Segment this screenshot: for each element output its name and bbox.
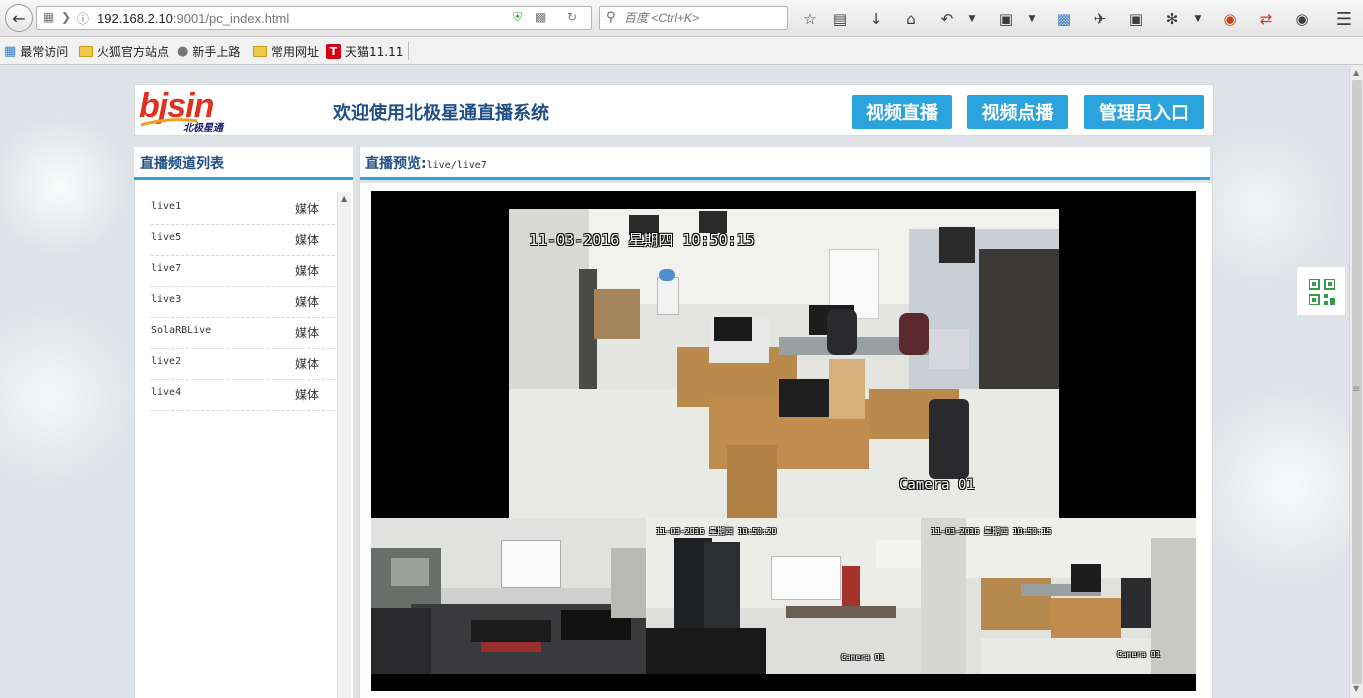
qr-code-icon[interactable]: ▩ (535, 10, 546, 24)
thumb3-timestamp: 11-03-2016 星期四 10:50:15 (931, 527, 1052, 536)
font-size-icon[interactable]: ▣ (1126, 9, 1146, 29)
train-icon[interactable]: ✈ (1090, 9, 1110, 29)
channel-item-live3[interactable]: live3 媒体 (151, 287, 335, 318)
reading-list-icon[interactable]: ▤ (830, 9, 850, 29)
channel-list: live1 媒体 live5 媒体 live7 媒体 live3 媒体 Sola… (151, 194, 335, 411)
undo-icon[interactable]: ↶ (937, 9, 957, 29)
camera-main-view: 11-03-2016 星期四 10:50:15 Camera 01 (509, 209, 1059, 518)
url-bar[interactable]: ▦ ❯ ⓘ 192.168.2.10:9001/pc_index.html ⛨ … (36, 6, 592, 30)
translate-icon[interactable]: ▩ (1054, 9, 1074, 29)
channel-item-live4[interactable]: live4 媒体 (151, 380, 335, 411)
camera-thumbnail-1[interactable] (371, 518, 646, 674)
camera-thumbnail-3[interactable]: 11-03-2016 星期四 10:50:15 Camera 01 (921, 518, 1196, 674)
tab-grid-icon[interactable]: ▦ (43, 10, 54, 24)
channel-item-live1[interactable]: live1 媒体 (151, 194, 335, 225)
bookmark-most-visited[interactable]: ▦ 最常访问 (4, 43, 68, 59)
dropdown-arrow-icon[interactable]: ▼ (962, 9, 982, 29)
thumb2-timestamp: 11-03-2016 星期四 10:50:20 (656, 527, 777, 536)
mouse-gesture-icon[interactable]: ✻ (1162, 9, 1182, 29)
bookmarks-icon: ▦ (4, 43, 17, 59)
channel-list-panel: live1 媒体 live5 媒体 live7 媒体 live3 媒体 Sola… (134, 180, 353, 698)
scroll-up-arrow-icon[interactable]: ▲ (341, 194, 347, 203)
search-icon: ⚲ (606, 10, 616, 25)
admin-entry-button[interactable]: 管理员入口 (1084, 95, 1204, 129)
qr-float-button[interactable] (1296, 266, 1346, 316)
channel-item-live5[interactable]: live5 媒体 (151, 225, 335, 256)
thumb2-camera-label: Camera 01 (841, 653, 885, 662)
back-button[interactable]: ← (5, 4, 33, 32)
video-player[interactable]: 11-03-2016 星期四 10:50:15 Camera 01 11-03-… (371, 191, 1196, 691)
bookmark-star-icon[interactable]: ☆ (800, 9, 820, 29)
forward-chevron-icon[interactable]: ❯ (61, 10, 71, 24)
channel-item-live2[interactable]: live2 媒体 (151, 349, 335, 380)
crop-icon[interactable]: ▣ (996, 9, 1016, 29)
url-text[interactable]: 192.168.2.10:9001/pc_index.html (97, 11, 289, 26)
shield-icon[interactable]: ⛨ (513, 10, 522, 25)
bookmarks-bar: ▦ 最常访问 火狐官方站点 ● 新手上路 常用网址 T 天猫11.11 (0, 37, 1363, 65)
addon-icon[interactable]: ◉ (1220, 9, 1240, 29)
dropdown-arrow-icon[interactable]: ▼ (1188, 9, 1208, 29)
scroll-up-arrow-icon[interactable]: ▲ (1353, 68, 1359, 77)
main-timestamp: 11-03-2016 星期四 10:50:15 (529, 231, 755, 249)
camera-thumbnail-2[interactable]: 11-03-2016 星期四 10:50:20 (646, 518, 921, 674)
bookmark-tmall[interactable]: T 天猫11.11 (326, 43, 403, 59)
channel-list-title: 直播频道列表 (140, 156, 224, 172)
site-title: 欢迎使用北极星通直播系统 (333, 103, 549, 124)
logo-swoosh-icon (140, 118, 198, 127)
bookmark-firefox-site[interactable]: 火狐官方站点 (79, 43, 169, 59)
search-bar[interactable]: ⚲ (599, 6, 788, 30)
folder-icon (79, 45, 93, 57)
bookmark-getting-started[interactable]: ● 新手上路 (177, 43, 240, 59)
scroll-down-arrow-icon[interactable]: ▼ (1353, 684, 1359, 693)
site-header: bjsin 北极星通 欢迎使用北极星通直播系统 视频直播 视频点播 管理员入口 (134, 84, 1214, 136)
bjsin-logo[interactable]: bjsin 北极星通 (139, 87, 255, 134)
info-icon[interactable]: ⓘ (77, 10, 89, 27)
live-video-button[interactable]: 视频直播 (852, 95, 952, 129)
globe-icon: ● (177, 43, 189, 59)
home-icon[interactable]: ⌂ (901, 9, 921, 29)
reload-icon[interactable]: ↻ (567, 10, 577, 24)
folder-icon (253, 45, 267, 57)
scrollbar-thumb[interactable] (1352, 80, 1362, 684)
bookmark-common-sites[interactable]: 常用网址 (253, 43, 319, 59)
main-camera-label: Camera 01 (899, 477, 975, 493)
search-input[interactable] (624, 9, 784, 27)
channel-list-scrollbar[interactable]: ▲ (337, 192, 351, 698)
download-icon[interactable]: ↓ (866, 9, 886, 29)
preview-panel: 11-03-2016 星期四 10:50:15 Camera 01 11-03-… (359, 147, 1213, 698)
vod-button[interactable]: 视频点播 (967, 95, 1068, 129)
channel-item-live7[interactable]: live7 媒体 (151, 256, 335, 287)
tmall-icon: T (326, 43, 341, 59)
bookmark-separator (408, 42, 409, 60)
page-scrollbar[interactable]: ▲ ≡ ▼ (1349, 66, 1363, 698)
channel-item-solarblive[interactable]: SolaRBLive 媒体 (151, 318, 335, 349)
sync-arrows-icon[interactable]: ⇄ (1256, 9, 1276, 29)
scrollbar-grip-icon: ≡ (1352, 384, 1361, 395)
qr-code-icon (1309, 279, 1335, 305)
channel-list-header: 直播频道列表 (134, 147, 353, 180)
arrow-left-icon: ← (12, 8, 26, 28)
dropdown-arrow-icon[interactable]: ▼ (1022, 9, 1042, 29)
thumb3-camera-label: Camera 01 (1117, 650, 1161, 659)
menu-icon[interactable]: ☰ (1334, 9, 1354, 30)
chat-bubble-icon[interactable]: ◉ (1292, 9, 1312, 29)
page-viewport: bjsin 北极星通 欢迎使用北极星通直播系统 视频直播 视频点播 管理员入口 … (0, 66, 1349, 698)
browser-toolbar: ← ▦ ❯ ⓘ 192.168.2.10:9001/pc_index.html … (0, 0, 1363, 37)
